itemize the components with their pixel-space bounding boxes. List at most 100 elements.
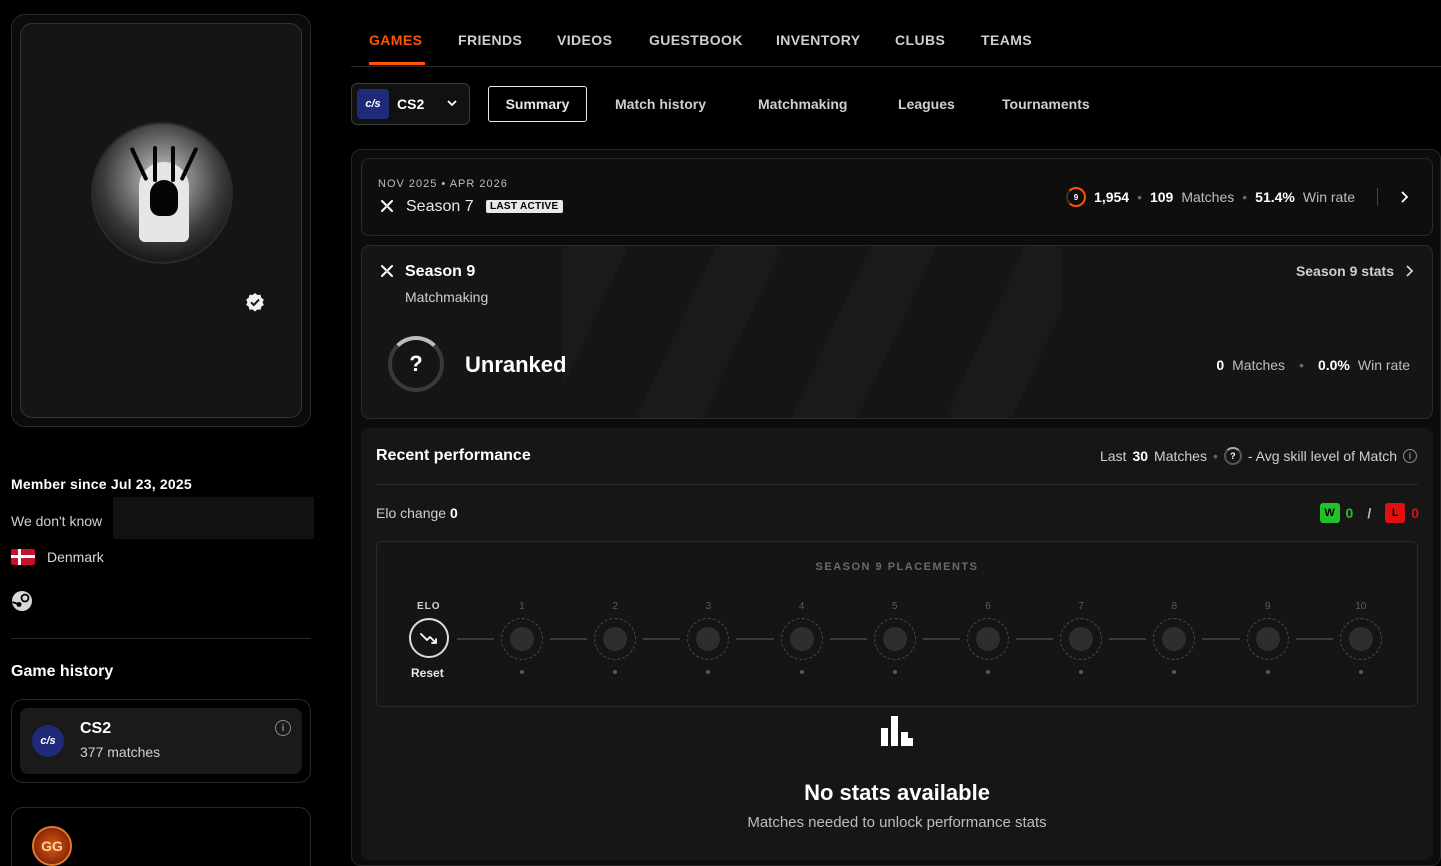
tab-match-history[interactable]: Match history	[615, 96, 706, 112]
separator: •	[1212, 448, 1218, 464]
tab-friends[interactable]: FRIENDS	[458, 32, 522, 48]
matches-count: 0	[1216, 357, 1225, 373]
placement-dot	[1265, 670, 1270, 674]
no-stats-subtitle: Matches needed to unlock performance sta…	[747, 814, 1047, 831]
rank-label: Unranked	[465, 352, 567, 377]
active-tab-indicator	[369, 62, 425, 65]
placement-node	[1060, 618, 1103, 660]
background-pattern	[562, 246, 1062, 418]
tab-summary[interactable]: Summary	[488, 86, 587, 122]
separator: •	[1242, 189, 1248, 205]
avatar-detail	[179, 146, 199, 182]
elo-change-value: 0	[449, 505, 458, 521]
game-history-game-name: CS2	[80, 720, 112, 737]
placement-dot	[1358, 670, 1363, 674]
current-season-stats: 0 Matches • 0.0% Win rate	[1216, 357, 1410, 373]
avatar[interactable]	[91, 122, 233, 264]
separator: /	[1367, 505, 1372, 521]
placement-connector	[457, 638, 494, 640]
info-icon[interactable]: i	[275, 720, 291, 736]
placement-number: 6	[985, 601, 991, 612]
last-prefix: Last	[1099, 448, 1127, 464]
tab-guestbook[interactable]: GUESTBOOK	[649, 32, 743, 48]
top-nav: GAMES FRIENDS VIDEOS GUESTBOOK INVENTORY…	[351, 0, 1441, 67]
placement-number: 8	[1171, 601, 1178, 612]
last-active-badge: LAST ACTIVE	[486, 200, 563, 213]
recent-performance-summary: Last 30 Matches • ? - Avg skill level of…	[1100, 447, 1417, 465]
placement-number: 7	[1078, 601, 1084, 612]
last-season-row[interactable]: NOV 2025 • APR 2026 Season 7 LAST ACTIVE…	[361, 158, 1433, 236]
elo-change: Elo change 0	[376, 505, 458, 521]
tab-inventory[interactable]: INVENTORY	[776, 32, 861, 48]
matches-label: Matches	[1232, 357, 1286, 373]
last-suffix: Matches	[1154, 448, 1207, 464]
steam-icon[interactable]	[11, 590, 33, 612]
season-dates: NOV 2025 • APR 2026	[378, 178, 508, 190]
tab-teams[interactable]: TEAMS	[981, 32, 1032, 48]
placement-connector	[922, 638, 960, 640]
loss-badge: L	[1385, 503, 1406, 523]
placement-dot	[986, 670, 990, 674]
tab-videos[interactable]: VIDEOS	[557, 32, 612, 48]
placement-dot	[706, 670, 711, 674]
tab-clubs[interactable]: CLUBS	[895, 32, 945, 48]
tab-matchmaking[interactable]: Matchmaking	[758, 96, 847, 112]
reset-label: Reset	[411, 666, 444, 680]
win-rate-value: 51.4%	[1255, 189, 1295, 205]
win-rate-label: Win rate	[1357, 357, 1410, 373]
chevron-down-icon	[447, 100, 457, 107]
avatar-detail	[153, 146, 157, 182]
win-rate-value: 0.0%	[1317, 357, 1350, 373]
season-icon	[381, 265, 393, 277]
placement-node	[967, 618, 1009, 660]
placement-number: 10	[1355, 601, 1367, 612]
placement-dot	[613, 670, 618, 674]
divider	[1377, 188, 1378, 206]
placement-node	[873, 618, 916, 660]
placement-dot	[892, 670, 897, 674]
profile-unknown-field: We don't know	[11, 513, 103, 529]
last-season-stats: 9 1,954 • 109 Matches • 51.4% Win rate	[1066, 187, 1410, 207]
game-selector[interactable]: c/s CS2	[351, 83, 470, 125]
placements-panel: SEASON 9 PLACEMENTS ELO Reset 1 2 3 4 5 6 7 8 9 1…	[376, 541, 1418, 707]
chevron-right-icon[interactable]	[1404, 264, 1416, 278]
placement-connector	[1016, 638, 1054, 640]
placement-dot	[1079, 670, 1084, 674]
tab-tournaments[interactable]: Tournaments	[1002, 96, 1090, 112]
tab-games[interactable]: GAMES	[369, 32, 422, 48]
recent-performance-title: Recent performance	[376, 447, 531, 464]
chevron-right-icon[interactable]	[1400, 190, 1410, 204]
placement-dot	[1172, 670, 1177, 674]
matches-count: 109	[1149, 189, 1174, 205]
divider	[376, 484, 1418, 485]
game-history-card[interactable]: c/s CS2 377 matches i	[11, 699, 311, 783]
placement-dot	[799, 670, 804, 674]
placement-node	[1246, 618, 1289, 660]
profile-field-placeholder	[113, 497, 314, 539]
separator: •	[1299, 357, 1304, 373]
placement-number: 3	[705, 601, 712, 612]
season-name: Season 7	[406, 198, 474, 215]
bar-chart-icon	[881, 716, 913, 746]
cs2-logo-icon: c/s	[32, 725, 64, 757]
cs2-logo-icon: c/s	[357, 89, 389, 119]
placement-connector	[1109, 638, 1147, 640]
trend-down-icon	[420, 633, 437, 644]
elo-change-label: Elo change	[376, 505, 447, 521]
placement-dot	[520, 670, 524, 674]
avatar-face	[150, 180, 178, 216]
season-stats-link[interactable]: Season 9 stats	[1296, 263, 1394, 279]
current-season-mode: Matchmaking	[405, 289, 489, 305]
win-badge: W	[1319, 503, 1340, 523]
game-history-item[interactable]: c/s CS2 377 matches i	[20, 708, 302, 774]
placement-node	[780, 618, 823, 660]
season-icon	[381, 200, 393, 212]
avatar-detail	[129, 146, 149, 182]
placement-number: 2	[612, 601, 618, 612]
profile-card-inner	[20, 23, 302, 418]
avatar-detail	[171, 146, 175, 182]
no-stats-title: No stats available	[804, 780, 990, 805]
tab-leagues[interactable]: Leagues	[898, 96, 955, 112]
info-icon[interactable]: i	[1403, 449, 1417, 463]
elo-label: ELO	[417, 601, 441, 612]
